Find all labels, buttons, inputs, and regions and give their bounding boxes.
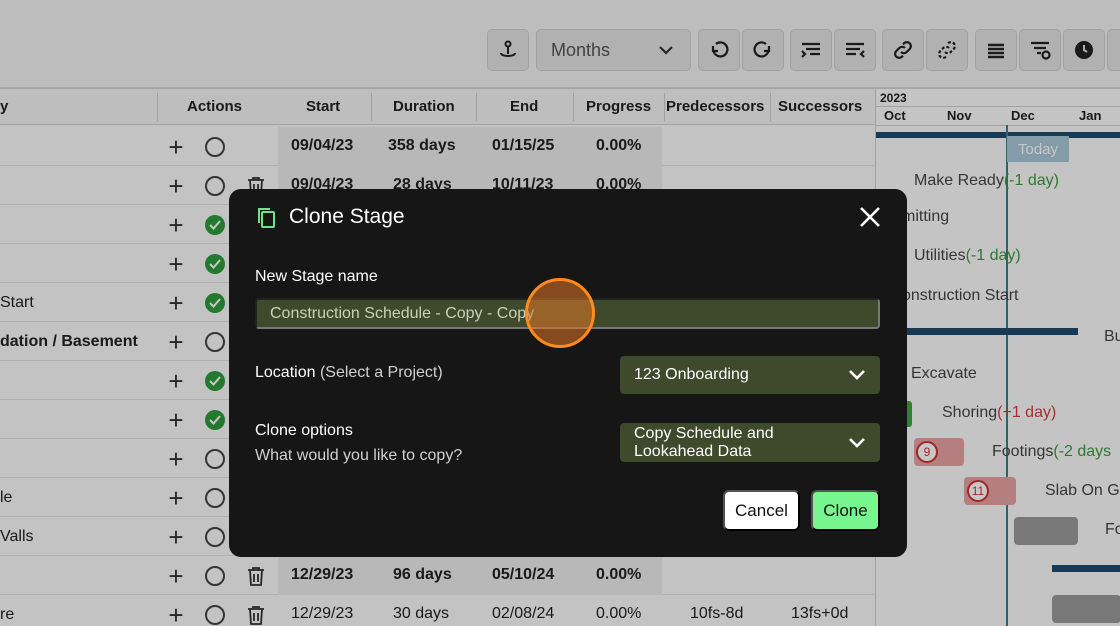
clone-stage-dialog: Clone Stage New Stage name Location (Sel… bbox=[229, 189, 907, 557]
chevron-down-icon bbox=[849, 437, 865, 448]
location-select[interactable]: 123 Onboarding bbox=[620, 356, 880, 394]
copy-icon bbox=[258, 208, 275, 228]
cancel-button[interactable]: Cancel bbox=[723, 490, 800, 531]
clone-options-hint: What would you like to copy? bbox=[255, 447, 463, 464]
clone-options-select[interactable]: Copy Schedule and Lookahead Data bbox=[620, 423, 880, 462]
clone-button[interactable]: Clone bbox=[811, 490, 880, 531]
stage-name-label: New Stage name bbox=[255, 268, 378, 285]
chevron-down-icon bbox=[849, 370, 865, 380]
close-icon[interactable] bbox=[857, 204, 883, 230]
clone-options-label: Clone options bbox=[255, 422, 353, 439]
location-select-value: 123 Onboarding bbox=[634, 366, 749, 383]
location-label: Location (Select a Project) bbox=[255, 364, 443, 381]
click-indicator bbox=[525, 278, 595, 348]
clone-options-select-value: Copy Schedule and Lookahead Data bbox=[634, 424, 774, 460]
dialog-title: Clone Stage bbox=[289, 205, 405, 228]
